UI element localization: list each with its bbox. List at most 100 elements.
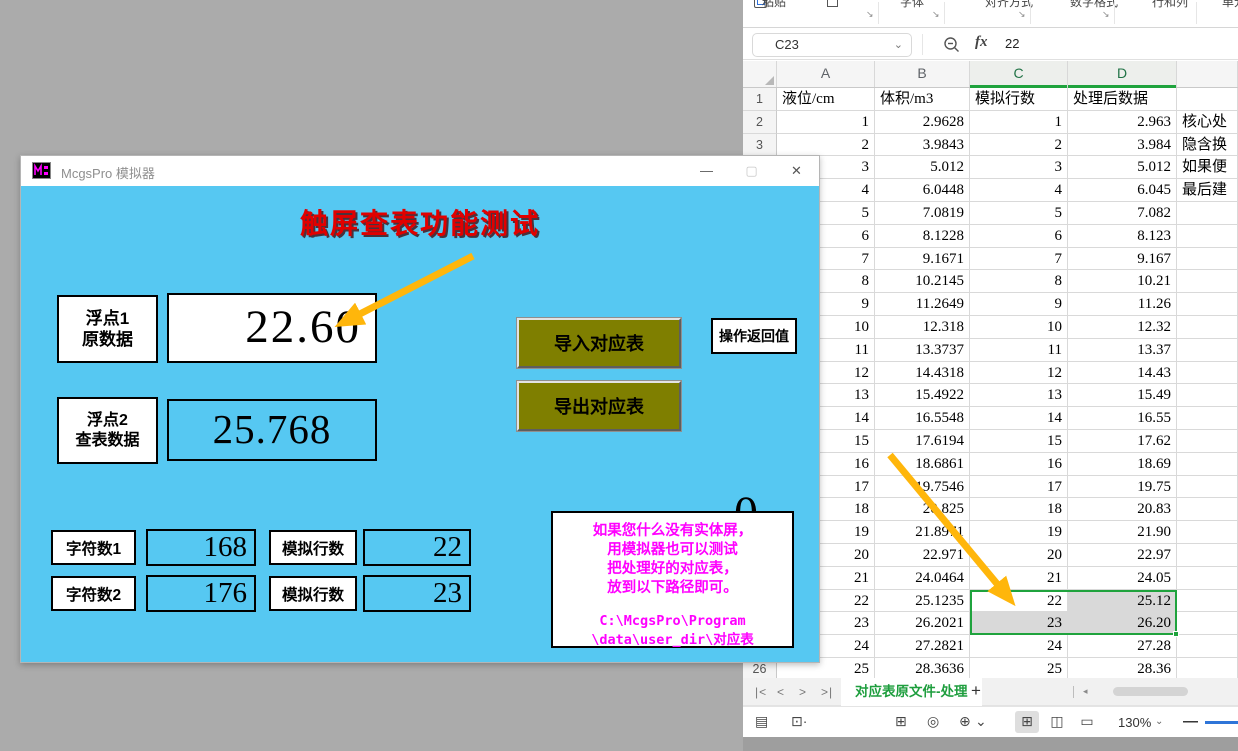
zoom-level[interactable]: 130% <box>1118 715 1151 730</box>
cell-D20[interactable]: 21.90 <box>1068 521 1177 544</box>
cell-E10[interactable] <box>1177 293 1238 316</box>
cell-D1[interactable]: 处理后数据 <box>1068 88 1177 111</box>
import-table-button[interactable]: 导入对应表 <box>517 318 681 368</box>
cell-C24[interactable]: 23 <box>970 612 1068 635</box>
column-header-E[interactable] <box>1177 61 1238 87</box>
cell-D4[interactable]: 5.012 <box>1068 156 1177 179</box>
cell-B20[interactable]: 21.8971 <box>875 521 970 544</box>
fx-icon[interactable]: fx <box>975 34 988 51</box>
cell-C10[interactable]: 9 <box>970 293 1068 316</box>
move-anchor-icon[interactable]: ⊕ <box>959 713 971 730</box>
cell-D14[interactable]: 15.49 <box>1068 384 1177 407</box>
column-header-A[interactable]: A <box>777 61 875 87</box>
cell-C3[interactable]: 2 <box>970 134 1068 157</box>
cell-D11[interactable]: 12.32 <box>1068 316 1177 339</box>
cell-C15[interactable]: 14 <box>970 407 1068 430</box>
cell-B22[interactable]: 24.0464 <box>875 567 970 590</box>
zoom-slider[interactable] <box>1205 721 1238 724</box>
reading-view-icon[interactable]: ◎ <box>927 713 939 730</box>
first-sheet-icon[interactable]: |< <box>755 685 767 699</box>
outline-icon[interactable]: ⊡· <box>791 713 807 730</box>
cell-B9[interactable]: 10.2145 <box>875 270 970 293</box>
cell-E9[interactable] <box>1177 270 1238 293</box>
cell-D8[interactable]: 9.167 <box>1068 248 1177 271</box>
cell-D12[interactable]: 13.37 <box>1068 339 1177 362</box>
cell-B5[interactable]: 6.0448 <box>875 179 970 202</box>
cell-C5[interactable]: 4 <box>970 179 1068 202</box>
select-all-corner[interactable] <box>743 61 777 87</box>
cell-B7[interactable]: 8.1228 <box>875 225 970 248</box>
cell-B16[interactable]: 17.6194 <box>875 430 970 453</box>
cell-C6[interactable]: 5 <box>970 202 1068 225</box>
last-sheet-icon[interactable]: >| <box>821 685 833 699</box>
cell-E4[interactable]: 如果便 <box>1177 156 1238 179</box>
cell-C4[interactable]: 3 <box>970 156 1068 179</box>
cell-E25[interactable] <box>1177 635 1238 658</box>
cell-C21[interactable]: 20 <box>970 544 1068 567</box>
cell-E20[interactable] <box>1177 521 1238 544</box>
cell-C1[interactable]: 模拟行数 <box>970 88 1068 111</box>
cell-E6[interactable] <box>1177 202 1238 225</box>
cell-E13[interactable] <box>1177 362 1238 385</box>
format-painter-icon[interactable] <box>827 0 838 7</box>
column-header-B[interactable]: B <box>875 61 970 87</box>
cell-E16[interactable] <box>1177 430 1238 453</box>
cell-D2[interactable]: 2.963 <box>1068 111 1177 134</box>
cell-B26[interactable]: 28.3636 <box>875 658 970 678</box>
page-layout-button[interactable]: ◫ <box>1045 711 1069 733</box>
close-button[interactable]: ✕ <box>774 156 819 186</box>
cell-C19[interactable]: 18 <box>970 498 1068 521</box>
cell-C20[interactable]: 19 <box>970 521 1068 544</box>
cell-C25[interactable]: 24 <box>970 635 1068 658</box>
cell-C7[interactable]: 6 <box>970 225 1068 248</box>
cell-C11[interactable]: 10 <box>970 316 1068 339</box>
cell-A2[interactable]: 1 <box>777 111 875 134</box>
page-break-button[interactable]: ▭ <box>1075 711 1099 733</box>
cell-C2[interactable]: 1 <box>970 111 1068 134</box>
horizontal-scrollbar[interactable] <box>1113 687 1188 696</box>
row-header-1[interactable]: 1 <box>743 88 777 111</box>
cell-D3[interactable]: 3.984 <box>1068 134 1177 157</box>
cell-D26[interactable]: 28.36 <box>1068 658 1177 678</box>
cell-B17[interactable]: 18.6861 <box>875 453 970 476</box>
cell-E1[interactable] <box>1177 88 1238 111</box>
cell-E19[interactable] <box>1177 498 1238 521</box>
table-style-icon[interactable]: ⊞ <box>895 713 907 730</box>
prev-sheet-icon[interactable]: < <box>777 685 785 699</box>
cell-D16[interactable]: 17.62 <box>1068 430 1177 453</box>
cell-E14[interactable] <box>1177 384 1238 407</box>
cell-B21[interactable]: 22.971 <box>875 544 970 567</box>
cell-B10[interactable]: 11.2649 <box>875 293 970 316</box>
cell-D18[interactable]: 19.75 <box>1068 476 1177 499</box>
cell-E22[interactable] <box>1177 567 1238 590</box>
cell-E2[interactable]: 核心处 <box>1177 111 1238 134</box>
cell-C18[interactable]: 17 <box>970 476 1068 499</box>
cell-D9[interactable]: 10.21 <box>1068 270 1177 293</box>
cell-E3[interactable]: 隐含换 <box>1177 134 1238 157</box>
cell-A3[interactable]: 2 <box>777 134 875 157</box>
chevron-down-icon[interactable]: ⌄ <box>894 34 903 56</box>
cell-E26[interactable] <box>1177 658 1238 678</box>
cell-D7[interactable]: 8.123 <box>1068 225 1177 248</box>
dialog-launcher-icon[interactable]: ↘ <box>932 9 940 20</box>
zoom-minus-button[interactable]: — <box>1183 713 1198 730</box>
cell-C23[interactable]: 22 <box>970 590 1068 613</box>
cell-B14[interactable]: 15.4922 <box>875 384 970 407</box>
cell-B3[interactable]: 3.9843 <box>875 134 970 157</box>
cell-C8[interactable]: 7 <box>970 248 1068 271</box>
cell-D23[interactable]: 25.12 <box>1068 590 1177 613</box>
sheet-tab[interactable]: 对应表原文件-处理 <box>841 678 982 706</box>
cell-B11[interactable]: 12.318 <box>875 316 970 339</box>
cell-E11[interactable] <box>1177 316 1238 339</box>
normal-view-button[interactable]: ⊞ <box>1015 711 1039 733</box>
maximize-button[interactable]: ▢ <box>729 156 774 186</box>
cell-D6[interactable]: 7.082 <box>1068 202 1177 225</box>
cell-D19[interactable]: 20.83 <box>1068 498 1177 521</box>
cell-E21[interactable] <box>1177 544 1238 567</box>
cell-C26[interactable]: 25 <box>970 658 1068 678</box>
cell-D13[interactable]: 14.43 <box>1068 362 1177 385</box>
chevron-down-icon[interactable]: ⌄ <box>1155 716 1163 727</box>
cell-C9[interactable]: 8 <box>970 270 1068 293</box>
cell-C13[interactable]: 12 <box>970 362 1068 385</box>
cell-E12[interactable] <box>1177 339 1238 362</box>
